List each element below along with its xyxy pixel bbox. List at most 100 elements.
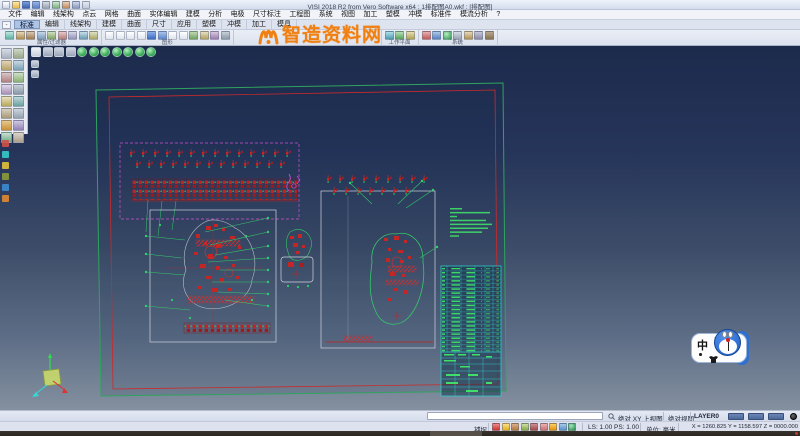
color-filter-icon[interactable]	[58, 31, 67, 40]
workplane-reset-icon[interactable]	[406, 31, 415, 40]
menu-flow-analysis[interactable]: 模流分析	[456, 10, 492, 19]
line-color-swatch[interactable]	[728, 413, 744, 420]
attribute-icon[interactable]	[5, 31, 14, 40]
command-input[interactable]	[427, 412, 603, 420]
snap-quad-icon[interactable]	[13, 72, 24, 83]
tab-die[interactable]: 模具	[272, 20, 297, 29]
tab-wireframe[interactable]: 线架构	[65, 20, 97, 29]
render-icon[interactable]	[189, 31, 198, 40]
grid-icon[interactable]	[453, 31, 462, 40]
view-doc3-icon[interactable]	[126, 31, 135, 40]
menu-file[interactable]: 文件	[4, 10, 26, 19]
shaded-view-icon[interactable]	[147, 31, 156, 40]
wire-view-icon[interactable]	[158, 31, 167, 40]
tab-progress[interactable]: 冲模	[222, 20, 247, 29]
filter-surface-icon[interactable]	[2, 184, 9, 191]
zoom-window-icon[interactable]	[210, 31, 219, 40]
tab-modeling[interactable]: 建模	[97, 20, 122, 29]
view-doc2-icon[interactable]	[116, 31, 125, 40]
brush-icon[interactable]	[26, 31, 35, 40]
snap-node-icon[interactable]	[1, 96, 12, 107]
snap-toggle-1-icon[interactable]	[492, 423, 500, 431]
mask-icon[interactable]	[79, 31, 88, 40]
zoom-fit-icon[interactable]	[200, 31, 209, 40]
search-icon[interactable]	[608, 413, 615, 420]
snap-near-icon[interactable]	[13, 96, 24, 107]
filter-solid-icon[interactable]	[2, 173, 9, 180]
snap-toggle-5-icon[interactable]	[530, 423, 538, 431]
snap-toggle-8-icon[interactable]	[559, 423, 567, 431]
drawing-canvas[interactable]	[28, 46, 800, 410]
menu-solid-edit[interactable]: 实体编辑	[145, 10, 181, 19]
snap-perp-icon[interactable]	[13, 84, 24, 95]
menu-electrode[interactable]: 电极	[226, 10, 248, 19]
menu-analysis[interactable]: 分析	[204, 10, 226, 19]
calculator-icon[interactable]	[464, 31, 473, 40]
layer-filter-icon[interactable]	[47, 31, 56, 40]
tab-mould[interactable]: 塑模	[197, 20, 222, 29]
tab-apply[interactable]: 应用	[172, 20, 197, 29]
menu-progress[interactable]: 冲模	[404, 10, 426, 19]
filter-dim-icon[interactable]	[2, 195, 9, 202]
snap-grid-icon[interactable]	[1, 108, 12, 119]
workplane-align-icon[interactable]	[395, 31, 404, 40]
pencil-icon[interactable]	[16, 31, 25, 40]
line-style-swatch[interactable]	[748, 413, 764, 420]
snap-mid-icon[interactable]	[1, 60, 12, 71]
visibility-icon[interactable]	[89, 31, 98, 40]
snap-toggle-4-icon[interactable]	[521, 423, 529, 431]
menu-view[interactable]: 视图	[337, 10, 359, 19]
menu-pointcloud[interactable]: 点云	[78, 10, 100, 19]
snap-free-icon[interactable]	[1, 120, 12, 131]
menu-help[interactable]: ?	[492, 10, 504, 19]
settings-icon[interactable]	[474, 31, 483, 40]
view-doc6-icon[interactable]	[179, 31, 188, 40]
pan-icon[interactable]	[221, 31, 230, 40]
menu-edit[interactable]: 编辑	[26, 10, 48, 19]
menu-standard-parts[interactable]: 标准件	[426, 10, 455, 19]
tab-surface[interactable]: 曲面	[122, 20, 147, 29]
snap-intersect-icon[interactable]	[1, 72, 12, 83]
snap-point-icon[interactable]	[1, 48, 12, 59]
filter-icon[interactable]	[37, 31, 46, 40]
filter-line-icon[interactable]	[2, 140, 9, 147]
menu-mesh[interactable]: 网格	[101, 10, 123, 19]
view-doc4-icon[interactable]	[137, 31, 146, 40]
menu-modeling[interactable]: 建模	[182, 10, 204, 19]
snap-toggle-2-icon[interactable]	[502, 423, 510, 431]
snap-lock-icon[interactable]	[13, 120, 24, 131]
menu-mould[interactable]: 塑模	[382, 10, 404, 19]
screen-icon[interactable]	[432, 31, 441, 40]
menu-surface[interactable]: 曲面	[123, 10, 145, 19]
snap-toggle-6-icon[interactable]	[540, 423, 548, 431]
snap-toggle-7-icon[interactable]	[549, 423, 557, 431]
menu-machining[interactable]: 加工	[359, 10, 381, 19]
database-icon[interactable]	[485, 31, 494, 40]
menu-drafting[interactable]: 工程图	[285, 10, 314, 19]
snap-depth-icon[interactable]	[13, 132, 24, 143]
color-picker-icon[interactable]	[790, 413, 797, 420]
snap-center-icon[interactable]	[13, 60, 24, 71]
snap-tangent-icon[interactable]	[1, 84, 12, 95]
tab-machining[interactable]: 加工	[247, 20, 272, 29]
ribbon-collapse-button[interactable]: -	[2, 21, 11, 29]
palette-icon[interactable]	[422, 31, 431, 40]
select-icon[interactable]	[68, 31, 77, 40]
filter-text-icon[interactable]	[2, 162, 9, 169]
menu-dimension[interactable]: 尺寸标注	[249, 10, 285, 19]
line-weight-swatch[interactable]	[768, 413, 784, 420]
active-layer-indicator[interactable]: LAYER0	[694, 413, 719, 420]
view-doc5-icon[interactable]	[168, 31, 177, 40]
globe-icon[interactable]	[443, 31, 452, 40]
snap-toggle-9-icon[interactable]	[568, 423, 576, 431]
tab-edit[interactable]: 编辑	[40, 20, 65, 29]
menu-system[interactable]: 系统	[315, 10, 337, 19]
menu-wireframe[interactable]: 线架构	[49, 10, 78, 19]
tab-standard[interactable]: 标准	[14, 20, 40, 29]
filter-arc-icon[interactable]	[2, 151, 9, 158]
workplane-icon[interactable]	[385, 31, 394, 40]
snap-end-icon[interactable]	[13, 48, 24, 59]
tab-dimension[interactable]: 尺寸	[147, 20, 172, 29]
snap-toggle-3-icon[interactable]	[511, 423, 519, 431]
view-doc-icon[interactable]	[105, 31, 114, 40]
